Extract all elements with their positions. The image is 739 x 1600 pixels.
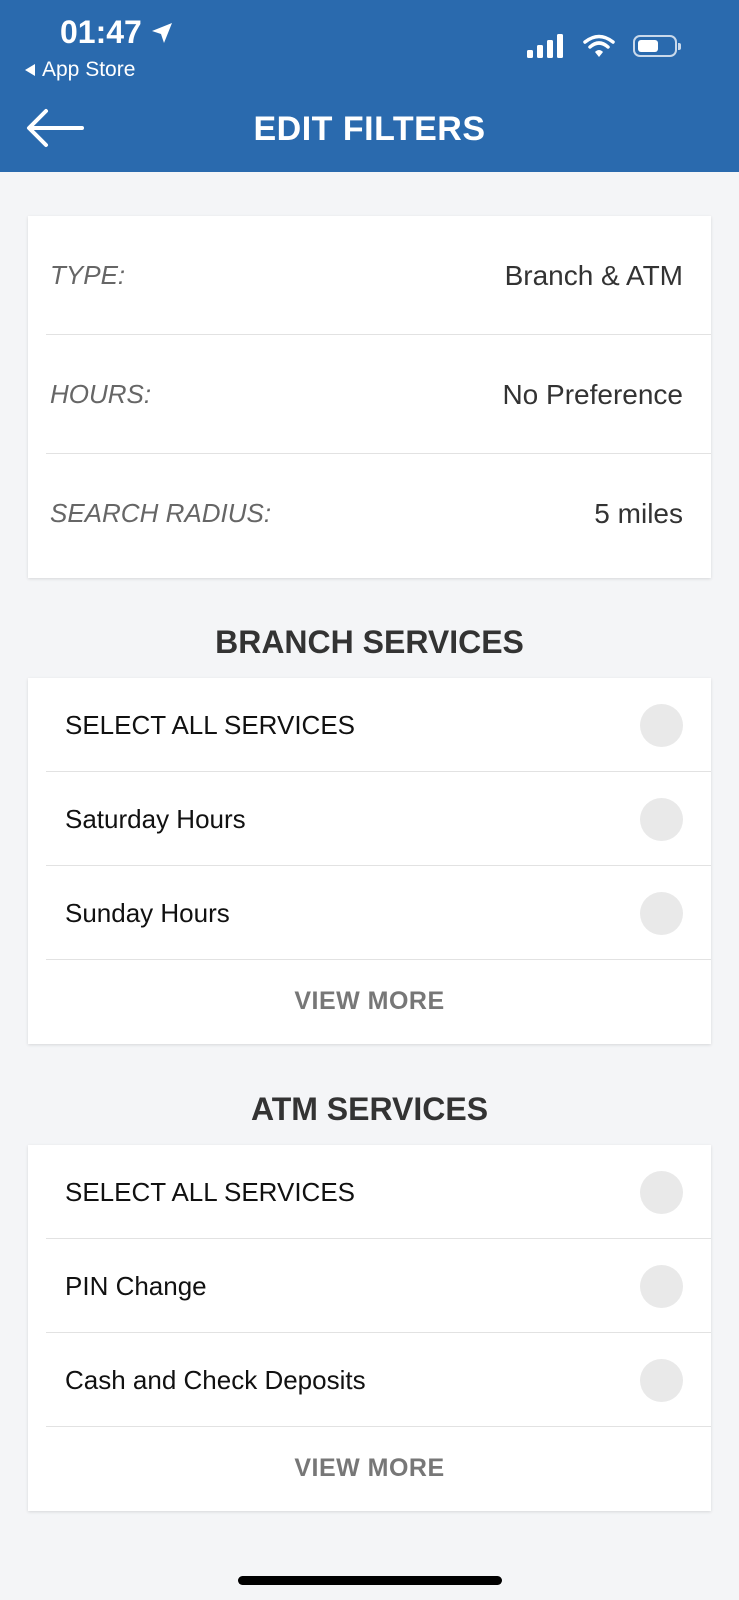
back-triangle-icon — [25, 64, 35, 76]
atm-services-title: ATM SERVICES — [250, 1091, 489, 1127]
clock-text: 01:47 — [60, 14, 142, 50]
branch-services-title: BRANCH SERVICES — [215, 624, 524, 660]
filter-row-type[interactable]: TYPE: Branch & ATM — [28, 216, 711, 335]
status-indicators — [527, 34, 681, 58]
select-toggle[interactable] — [640, 1264, 683, 1308]
home-indicator — [238, 1576, 502, 1585]
service-label: Sunday Hours — [65, 897, 230, 928]
select-toggle[interactable] — [640, 1170, 683, 1214]
branch-view-more-button[interactable]: VIEW MORE — [28, 960, 711, 1042]
service-label: Cash and Check Deposits — [65, 1364, 366, 1395]
atm-view-more-button[interactable]: VIEW MORE — [28, 1427, 711, 1509]
back-app-label: App Store — [42, 58, 136, 81]
atm-select-all-row[interactable]: SELECT ALL SERVICES — [28, 1145, 711, 1239]
filter-row-hours[interactable]: HOURS: No Preference — [28, 335, 711, 454]
atm-pin-change-row[interactable]: PIN Change — [28, 1239, 711, 1333]
branch-sunday-hours-row[interactable]: Sunday Hours — [28, 866, 711, 960]
service-label: SELECT ALL SERVICES — [65, 1176, 355, 1207]
select-toggle[interactable] — [640, 891, 683, 935]
service-label: PIN Change — [65, 1270, 207, 1301]
atm-services-card: SELECT ALL SERVICES PIN Change Cash and … — [28, 1145, 711, 1511]
atm-cash-check-deposits-row[interactable]: Cash and Check Deposits — [28, 1333, 711, 1427]
select-toggle[interactable] — [640, 797, 683, 841]
filter-settings-card: TYPE: Branch & ATM HOURS: No Preference … — [28, 216, 711, 578]
filter-row-search-radius[interactable]: SEARCH RADIUS: 5 miles — [28, 454, 711, 573]
select-toggle[interactable] — [640, 1358, 683, 1402]
app-header: 01:47 App Store EDIT FILTERS — [0, 0, 739, 172]
branch-saturday-hours-row[interactable]: Saturday Hours — [28, 772, 711, 866]
service-label: SELECT ALL SERVICES — [65, 709, 355, 740]
filter-value: Branch & ATM — [504, 259, 683, 291]
select-toggle[interactable] — [640, 703, 683, 747]
branch-services-card: SELECT ALL SERVICES Saturday Hours Sunda… — [28, 678, 711, 1044]
filter-label: HOURS: — [50, 379, 152, 409]
status-time: 01:47 — [60, 14, 174, 51]
page-title: EDIT FILTERS — [253, 110, 486, 148]
filter-label: SEARCH RADIUS: — [50, 498, 272, 528]
service-label: Saturday Hours — [65, 803, 246, 834]
filter-value: No Preference — [502, 378, 683, 410]
wifi-icon — [583, 34, 615, 57]
battery-icon — [633, 35, 681, 57]
filter-label: TYPE: — [50, 260, 126, 290]
back-to-app-store[interactable]: App Store — [24, 58, 135, 82]
filter-value: 5 miles — [594, 497, 683, 529]
branch-select-all-row[interactable]: SELECT ALL SERVICES — [28, 678, 711, 772]
location-arrow-icon — [151, 22, 172, 43]
cellular-signal-icon — [527, 34, 563, 58]
